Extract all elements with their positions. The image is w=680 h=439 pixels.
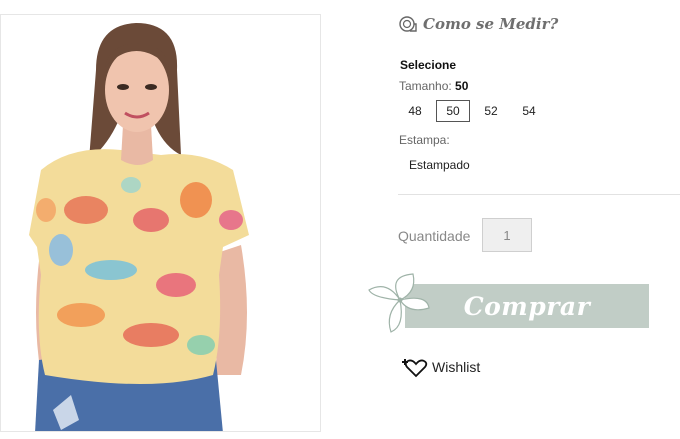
- size-option-50[interactable]: 50: [436, 100, 470, 122]
- product-image[interactable]: [0, 14, 321, 432]
- buy-button[interactable]: Comprar: [367, 270, 650, 336]
- wishlist-link[interactable]: Wishlist: [400, 356, 480, 378]
- print-label: Estampa:: [399, 133, 450, 147]
- size-guide-label: Como se Medir?: [423, 15, 559, 33]
- divider: [398, 194, 680, 195]
- buy-button-bar: Comprar: [405, 284, 649, 328]
- print-option-estampado[interactable]: Estampado: [399, 155, 480, 175]
- quantity-input[interactable]: [482, 218, 532, 252]
- size-option-54[interactable]: 54: [512, 100, 546, 122]
- tape-measure-icon: [399, 16, 417, 32]
- size-label: Tamanho:: [399, 79, 452, 93]
- size-guide-link[interactable]: Como se Medir?: [399, 14, 558, 34]
- size-option-52[interactable]: 52: [474, 100, 508, 122]
- quantity-label: Quantidade: [398, 228, 471, 244]
- size-options: 48 50 52 54: [398, 100, 546, 122]
- size-option-48[interactable]: 48: [398, 100, 432, 122]
- heart-plus-icon: [402, 359, 428, 378]
- size-summary: Tamanho: 50: [399, 79, 468, 93]
- select-heading: Selecione: [400, 58, 457, 72]
- buy-button-label: Comprar: [463, 291, 591, 321]
- wishlist-label: Wishlist: [432, 359, 481, 375]
- model-wearing-blouse-image: [29, 23, 249, 431]
- butterfly-flower-icon: [368, 273, 430, 333]
- size-selected-value: 50: [455, 79, 469, 93]
